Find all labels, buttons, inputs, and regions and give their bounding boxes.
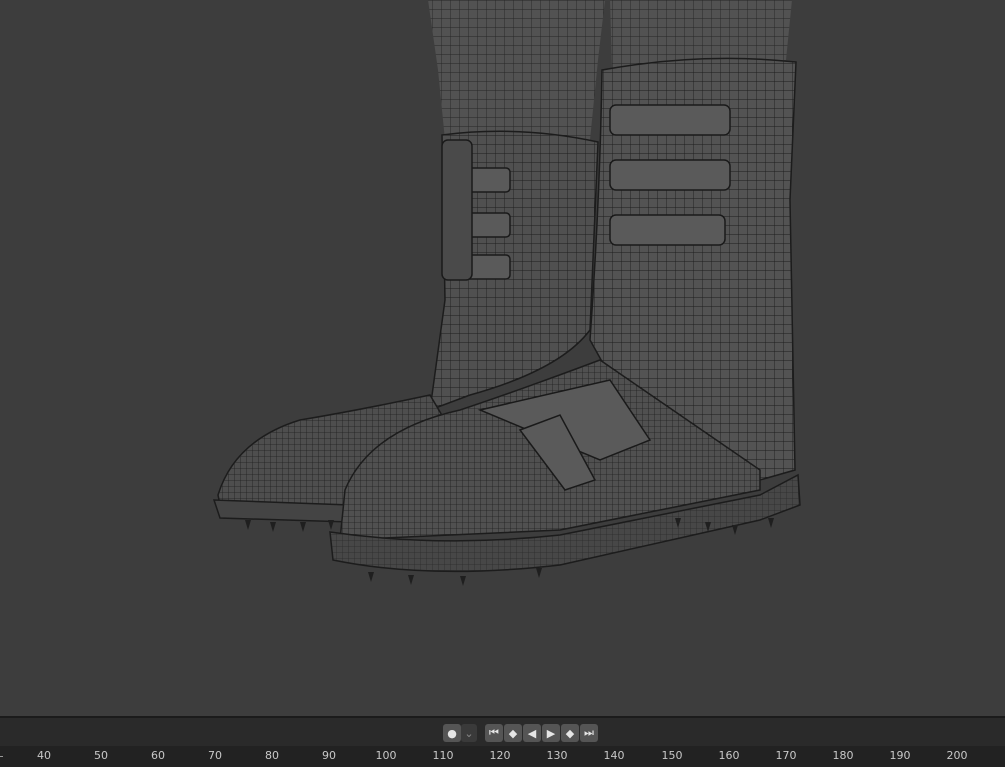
playback-controls: ● ⌄ ⏮ ◆ ◀ ▶ ◆ ⏭ <box>0 718 1005 746</box>
jump-to-start-icon: ⏮ <box>489 726 499 739</box>
ruler-label: 110 <box>432 749 454 762</box>
ruler-label: 120 <box>489 749 511 762</box>
ruler-label: 200 <box>946 749 968 762</box>
jump-to-next-keyframe-icon: ◆ <box>565 726 575 740</box>
play-reverse-button[interactable]: ◀ <box>523 724 541 742</box>
ruler-label: 50 <box>94 749 108 762</box>
ruler-label: 190 <box>889 749 911 762</box>
record-dot-icon: ● <box>447 726 457 740</box>
auto-keying-button[interactable]: ● <box>443 724 461 742</box>
ruler-label: 90 <box>322 749 336 762</box>
timeline-editor[interactable]: ● ⌄ ⏮ ◆ ◀ ▶ ◆ ⏭ 40 50 60 70 80 90 100 11 <box>0 716 1005 767</box>
chevron-down-icon: ⌄ <box>464 726 474 740</box>
boots-wireframe <box>212 0 801 586</box>
jump-to-prev-keyframe-icon: ◆ <box>508 726 518 740</box>
ruler-label: 40 <box>37 749 51 762</box>
jump-to-prev-keyframe-button[interactable]: ◆ <box>504 724 522 742</box>
ruler-label: 60 <box>151 749 165 762</box>
ruler-label: 100 <box>375 749 397 762</box>
ruler-label: 140 <box>603 749 625 762</box>
ruler-label: 130 <box>546 749 568 762</box>
keying-dropdown[interactable]: ⌄ <box>461 724 477 742</box>
ruler-label: 150 <box>661 749 683 762</box>
ruler-label: 180 <box>832 749 854 762</box>
play-button[interactable]: ▶ <box>542 724 560 742</box>
ruler-label: 160 <box>718 749 740 762</box>
frame-ruler[interactable]: 40 50 60 70 80 90 100 110 120 130 140 15… <box>0 746 1005 767</box>
jump-to-start-button[interactable]: ⏮ <box>485 724 503 742</box>
ruler-edge-mark <box>0 756 3 757</box>
ruler-label: 70 <box>208 749 222 762</box>
jump-to-end-icon: ⏭ <box>584 726 594 739</box>
ruler-label: 170 <box>775 749 797 762</box>
3d-viewport[interactable] <box>0 0 1005 716</box>
jump-to-next-keyframe-button[interactable]: ◆ <box>561 724 579 742</box>
play-icon: ▶ <box>546 726 556 740</box>
jump-to-end-button[interactable]: ⏭ <box>580 724 598 742</box>
play-reverse-icon: ◀ <box>527 726 537 740</box>
ruler-label: 80 <box>265 749 279 762</box>
